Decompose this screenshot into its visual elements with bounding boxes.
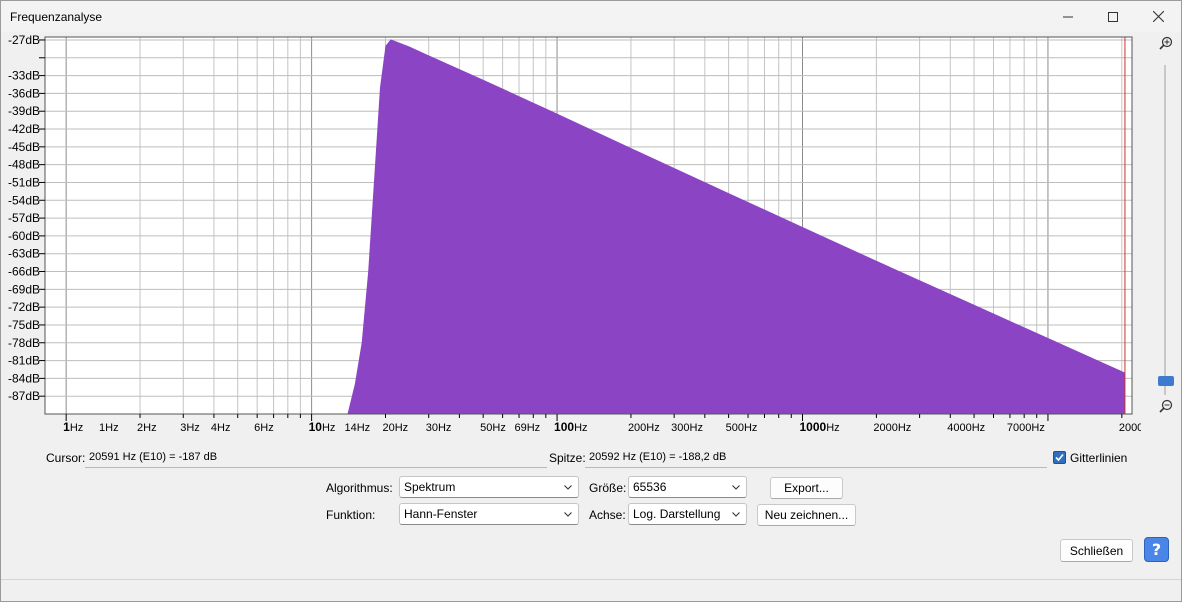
y-tick-label: -84dB: [8, 371, 40, 385]
cursor-readout: 20591 Hz (E10) = -187 dB: [85, 447, 547, 468]
y-tick-label: -27dB: [8, 35, 40, 47]
algorithm-value: Spektrum: [404, 480, 456, 494]
x-tick-label: 69Hz: [514, 422, 540, 434]
close-window-button[interactable]: [1135, 1, 1181, 32]
y-tick-label: -69dB: [8, 282, 40, 296]
minimize-icon: [1063, 16, 1073, 17]
y-tick-label: -33dB: [8, 69, 40, 83]
y-tick-label: -63dB: [8, 247, 40, 261]
title-bar: Frequenzanalyse: [1, 1, 1181, 32]
zoom-out-icon[interactable]: [1159, 399, 1173, 413]
function-select[interactable]: Hann-Fenster: [399, 503, 579, 525]
y-tick-label: -78dB: [8, 336, 40, 350]
function-value: Hann-Fenster: [404, 507, 478, 521]
x-tick-label: 10Hz: [309, 420, 336, 434]
axis-select[interactable]: Log. Darstellung: [628, 503, 747, 525]
maximize-button[interactable]: [1090, 1, 1136, 32]
export-button[interactable]: Export...: [770, 477, 843, 499]
y-tick-label: -72dB: [8, 300, 40, 314]
size-value: 65536: [633, 480, 667, 494]
cursor-label: Cursor:: [46, 451, 86, 465]
y-tick-label: -66dB: [8, 265, 40, 279]
window-title: Frequenzanalyse: [10, 10, 103, 24]
x-tick-label: 300Hz: [671, 422, 703, 434]
x-tick-label: 2Hz: [137, 422, 157, 434]
size-select[interactable]: 65536: [628, 476, 747, 498]
y-tick-label: -42dB: [8, 122, 40, 136]
y-tick-label: -81dB: [8, 354, 40, 368]
close-dialog-button[interactable]: Schließen: [1060, 539, 1133, 562]
grid-checkbox[interactable]: [1053, 451, 1066, 464]
y-tick-label: -75dB: [8, 318, 40, 332]
y-tick-label: -45dB: [8, 140, 40, 154]
peak-label: Spitze:: [549, 451, 586, 465]
y-tick-label: -60dB: [8, 229, 40, 243]
help-button[interactable]: ?: [1144, 537, 1169, 562]
redraw-button[interactable]: Neu zeichnen...: [757, 504, 856, 526]
algorithm-label: Algorithmus:: [326, 481, 393, 495]
peak-readout: 20592 Hz (E10) = -188,2 dB: [585, 447, 1047, 468]
grid-label: Gitterlinien: [1070, 451, 1128, 465]
x-tick-label: 100Hz: [554, 420, 587, 434]
chevron-down-icon: [732, 485, 740, 490]
y-tick-label: -51dB: [8, 175, 40, 189]
close-icon: [1152, 11, 1164, 22]
status-bar: [1, 579, 1181, 601]
y-tick-label: -48dB: [8, 158, 40, 172]
x-tick-label: 50Hz: [480, 422, 506, 434]
frequency-analysis-window: Frequenzanalyse -27dB -33dB -36dB -39dB -42d…: [0, 0, 1182, 602]
chevron-down-icon: [564, 512, 572, 517]
y-tick-label: -87dB: [8, 389, 40, 403]
x-tick-label: 20000Hz: [1119, 422, 1141, 434]
x-tick-label: 30Hz: [426, 422, 452, 434]
x-tick-label: 1Hz: [63, 420, 83, 434]
zoom-in-icon[interactable]: [1159, 36, 1173, 50]
minimize-button[interactable]: [1045, 1, 1091, 32]
spectrum-graph[interactable]: -27dB -33dB -36dB -39dB -42dB -45dB -48dB -51dB…: [1, 35, 1141, 443]
y-tick-label: -57dB: [8, 211, 40, 225]
y-tick-label: -39dB: [8, 104, 40, 118]
chevron-down-icon: [564, 485, 572, 490]
x-tick-label: 20Hz: [382, 422, 408, 434]
axis-label: Achse:: [589, 508, 626, 522]
maximize-icon: [1108, 11, 1118, 22]
y-tick-label: -36dB: [8, 86, 40, 100]
help-icon: ?: [1151, 540, 1162, 559]
size-label: Größe:: [589, 481, 627, 495]
y-tick-label: -54dB: [8, 193, 40, 207]
x-tick-label: 4Hz: [211, 422, 231, 434]
chevron-down-icon: [732, 512, 740, 517]
function-label: Funktion:: [326, 508, 376, 522]
x-tick-label: 1000Hz: [800, 420, 840, 434]
x-tick-label: 500Hz: [726, 422, 758, 434]
zoom-slider-thumb[interactable]: [1158, 376, 1174, 386]
algorithm-select[interactable]: Spektrum: [399, 476, 579, 498]
x-tick-label: 4000Hz: [947, 422, 985, 434]
x-tick-label: 1Hz: [99, 422, 119, 434]
x-tick-label: 3Hz: [180, 422, 200, 434]
x-tick-label: 2000Hz: [873, 422, 911, 434]
x-tick-label: 7000Hz: [1007, 422, 1045, 434]
x-tick-label: 14Hz: [344, 422, 370, 434]
checkmark-icon: [1055, 453, 1064, 462]
x-tick-label: 6Hz: [254, 422, 274, 434]
axis-value: Log. Darstellung: [633, 507, 721, 521]
zoom-controls: [1141, 35, 1181, 415]
x-tick-label: 200Hz: [628, 422, 660, 434]
